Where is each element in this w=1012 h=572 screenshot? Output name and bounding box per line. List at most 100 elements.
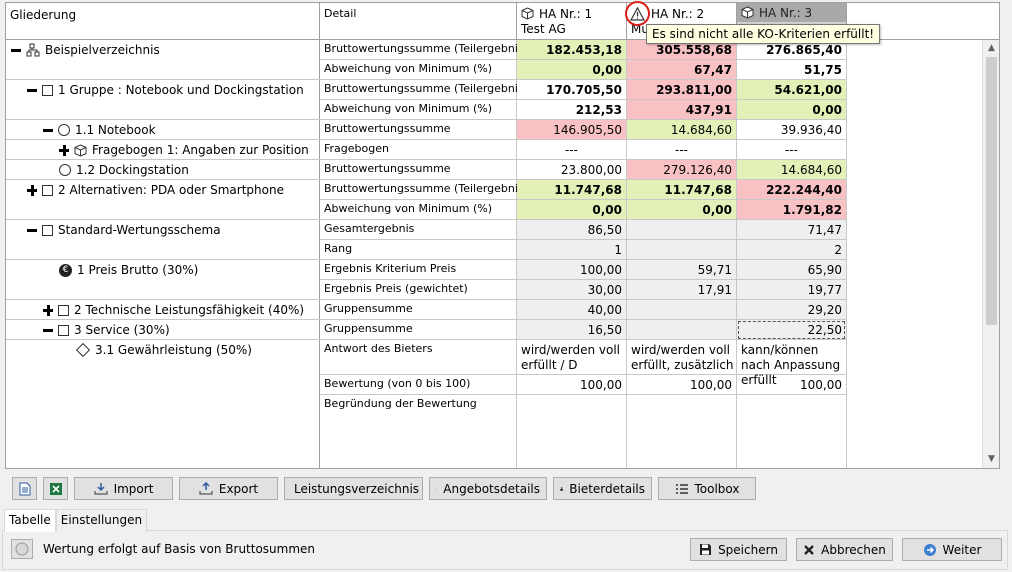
- collapse-icon[interactable]: [43, 325, 53, 335]
- export-button[interactable]: Export: [179, 477, 278, 500]
- tab-einstellungen[interactable]: Einstellungen: [55, 509, 148, 532]
- value-cell[interactable]: 437,91: [627, 100, 736, 120]
- import-button[interactable]: Import: [74, 477, 173, 500]
- value-cell[interactable]: 14.684,60: [627, 120, 736, 140]
- value-cell[interactable]: 65,90: [737, 260, 846, 280]
- value-cell[interactable]: 1: [517, 240, 626, 260]
- status-indicator[interactable]: [11, 539, 33, 559]
- value-cell[interactable]: [517, 395, 626, 415]
- value-cell[interactable]: 100,00: [627, 375, 736, 395]
- value-cell[interactable]: 19,77: [737, 280, 846, 300]
- value-cell[interactable]: 100,00: [517, 260, 626, 280]
- tree-row[interactable]: 1.1 Notebook: [6, 120, 320, 140]
- angebotsdetails-button[interactable]: Angebotsdetails: [429, 477, 547, 500]
- value-cell[interactable]: 16,50: [517, 320, 626, 340]
- value-cell[interactable]: [627, 220, 736, 240]
- value-cell[interactable]: 86,50: [517, 220, 626, 240]
- value-cell[interactable]: 182.453,18: [517, 40, 626, 60]
- value-cell[interactable]: 212,53: [517, 100, 626, 120]
- value-cell[interactable]: 29,20: [737, 300, 846, 320]
- value-cell[interactable]: ---: [627, 140, 736, 160]
- scroll-up-icon[interactable]: ▲: [983, 40, 999, 57]
- tree-row[interactable]: 3 Service (30%): [6, 320, 320, 340]
- tree-row[interactable]: Beispielverzeichnis: [6, 40, 320, 80]
- value-cell[interactable]: 2: [737, 240, 846, 260]
- tree-row[interactable]: € 1 Preis Brutto (30%): [6, 260, 320, 300]
- detail-label: Ergebnis Kriterium Preis: [320, 260, 517, 280]
- value-cell[interactable]: 67,47: [627, 60, 736, 80]
- value-cell[interactable]: 59,71: [627, 260, 736, 280]
- column-header-detail[interactable]: Detail: [320, 3, 517, 40]
- value-cell[interactable]: 279.126,40: [627, 160, 736, 180]
- expand-icon[interactable]: [59, 145, 69, 156]
- tree-row[interactable]: 1 Gruppe : Notebook und Dockingstation: [6, 80, 320, 120]
- collapse-icon[interactable]: [43, 125, 53, 135]
- tree-row[interactable]: 1.2 Dockingstation: [6, 160, 320, 180]
- value-cell[interactable]: ---: [737, 140, 846, 160]
- tree-row[interactable]: 3.1 Gewährleistung (50%): [6, 340, 320, 468]
- value-cell[interactable]: 0,00: [627, 200, 736, 220]
- value-cell[interactable]: [627, 395, 736, 415]
- value-cell[interactable]: 17,91: [627, 280, 736, 300]
- value-cell[interactable]: 222.244,40: [737, 180, 846, 200]
- value-cell[interactable]: 0,00: [517, 200, 626, 220]
- save-button[interactable]: Speichern: [690, 538, 787, 561]
- column-header-bidder-1[interactable]: HA Nr.: 1 Test AG: [517, 3, 627, 40]
- tree-column: Beispielverzeichnis 1 Gruppe : Notebook …: [6, 40, 320, 468]
- value-cell[interactable]: 0,00: [517, 60, 626, 80]
- value-cell[interactable]: 23.800,00: [517, 160, 626, 180]
- answer-cell[interactable]: wird/werden voll erfüllt / D: [517, 340, 626, 375]
- value-cell[interactable]: 14.684,60: [737, 160, 846, 180]
- value-cell[interactable]: 71,47: [737, 220, 846, 240]
- value-cell[interactable]: 30,00: [517, 280, 626, 300]
- value-cell[interactable]: 39.936,40: [737, 120, 846, 140]
- answer-cell[interactable]: kann/können nach Anpassung erfüllt: [737, 340, 846, 387]
- value-cell[interactable]: [627, 300, 736, 320]
- value-cell[interactable]: 11.747,68: [517, 180, 626, 200]
- collapse-icon[interactable]: [11, 45, 21, 55]
- cancel-button[interactable]: Abbrechen: [796, 538, 893, 561]
- toolbox-button[interactable]: Toolbox: [658, 477, 756, 500]
- value-cell[interactable]: 51,75: [737, 60, 846, 80]
- tree-row[interactable]: 2 Technische Leistungsfähigkeit (40%): [6, 300, 320, 320]
- package-icon: [741, 6, 754, 19]
- expand-icon[interactable]: [43, 305, 53, 316]
- excel-export-button[interactable]: [43, 477, 68, 500]
- scroll-thumb[interactable]: [986, 57, 997, 325]
- vertical-scrollbar[interactable]: ▲ ▼: [982, 40, 999, 468]
- value-cell[interactable]: [627, 240, 736, 260]
- new-document-button[interactable]: [12, 477, 37, 500]
- value-cell[interactable]: [737, 395, 846, 415]
- value-cell[interactable]: 40,00: [517, 300, 626, 320]
- value-cell[interactable]: 1.791,82: [737, 200, 846, 220]
- value-cell[interactable]: 100,00: [517, 375, 626, 395]
- tab-tabelle[interactable]: Tabelle: [4, 509, 56, 532]
- collapse-icon[interactable]: [27, 85, 37, 95]
- tree-row[interactable]: Fragebogen 1: Angaben zur Position: [6, 140, 320, 160]
- expand-icon[interactable]: [27, 185, 37, 196]
- value-cell[interactable]: 146.905,50: [517, 120, 626, 140]
- value-cell[interactable]: [627, 320, 736, 340]
- value-cell[interactable]: 293.811,00: [627, 80, 736, 100]
- ko-warning-indicator[interactable]: [625, 1, 650, 26]
- scroll-down-icon[interactable]: ▼: [983, 451, 999, 468]
- tree-row[interactable]: 2 Alternativen: PDA oder Smartphone: [6, 180, 320, 220]
- value-cell[interactable]: 11.747,68: [627, 180, 736, 200]
- column-header-tree[interactable]: Gliederung: [6, 3, 320, 40]
- value-cell[interactable]: 54.621,00: [737, 80, 846, 100]
- tree-row[interactable]: Standard-Wertungsschema: [6, 220, 320, 260]
- value-cell[interactable]: 0,00: [737, 100, 846, 120]
- answer-cell[interactable]: wird/werden voll erfüllt, zusätzlich: [627, 340, 736, 375]
- next-button[interactable]: Weiter: [902, 538, 1002, 561]
- value-cell[interactable]: 170.705,50: [517, 80, 626, 100]
- leistungsverzeichnis-button[interactable]: Leistungsverzeichnis: [284, 477, 423, 500]
- value-cell[interactable]: ---: [517, 140, 626, 160]
- value-cell-focused[interactable]: 22,50: [737, 320, 846, 340]
- euro-icon: €: [59, 263, 72, 277]
- collapse-icon[interactable]: [27, 225, 37, 235]
- bidder-nr: HA Nr.: 2: [651, 6, 705, 21]
- bieterdetails-button[interactable]: Bieterdetails: [553, 477, 652, 500]
- detail-label: Ergebnis Preis (gewichtet): [320, 280, 517, 300]
- value-cell[interactable]: 100,00: [737, 375, 846, 395]
- evaluation-grid[interactable]: Gliederung Detail HA Nr.: 1 Test AG HA N…: [5, 2, 1000, 469]
